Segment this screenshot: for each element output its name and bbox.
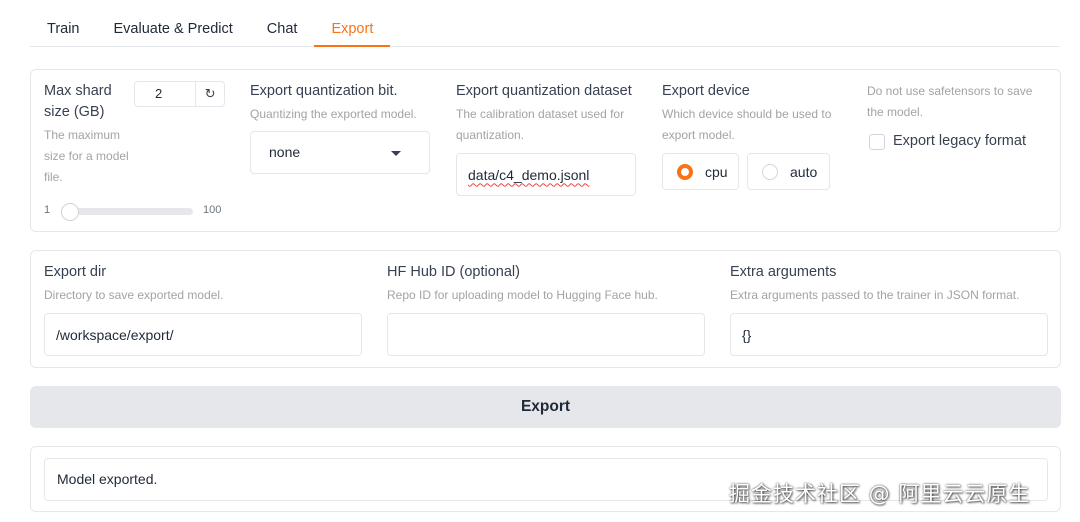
slider-max-label: 100 [203, 204, 222, 216]
export-target-panel: Export dir Directory to save exported mo… [30, 250, 1061, 368]
hub-id-info: Repo ID for uploading model to Hugging F… [387, 288, 658, 302]
extra-args-input[interactable]: {} [730, 313, 1048, 356]
export-dir-label: Export dir [44, 264, 107, 280]
refresh-icon[interactable]: ↻ [196, 82, 224, 106]
quant-bit-dropdown[interactable]: none [250, 131, 430, 174]
extra-args-label: Extra arguments [730, 264, 837, 280]
tab-evaluate-predict[interactable]: Evaluate & Predict [97, 12, 250, 47]
device-option-cpu: cpu [705, 163, 728, 180]
tab-train[interactable]: Train [30, 12, 97, 47]
tab-bar: Train Evaluate & Predict Chat Export [30, 12, 1060, 47]
hub-id-input[interactable] [387, 313, 705, 356]
export-dir-value: /workspace/export/ [56, 326, 174, 343]
quant-dataset-info: The calibration dataset used for quantiz… [456, 107, 625, 142]
quant-dataset-label: Export quantization dataset [456, 83, 632, 99]
legacy-format-label[interactable]: Export legacy format [893, 131, 1026, 152]
tab-export[interactable]: Export [314, 12, 391, 47]
max-shard-label: Max shard size (GB) [44, 83, 112, 120]
extra-args-value: {} [742, 326, 752, 343]
device-radio-auto[interactable]: auto [747, 153, 830, 190]
max-shard-slider[interactable] [65, 208, 193, 215]
device-label: Export device [662, 83, 750, 99]
quant-bit-info: Quantizing the exported model. [250, 107, 417, 121]
legacy-info: Do not use safetensors to save the model… [867, 84, 1033, 119]
quant-bit-label: Export quantization bit. [250, 83, 398, 99]
radio-selected-icon [677, 163, 693, 180]
export-dir-info: Directory to save exported model. [44, 288, 224, 302]
slider-min-label: 1 [44, 204, 51, 216]
export-button[interactable]: Export [30, 386, 1061, 428]
extra-args-info: Extra arguments passed to the trainer in… [730, 288, 1020, 302]
export-dir-input[interactable]: /workspace/export/ [44, 313, 362, 356]
watermark-text: 掘金技术社区 @ 阿里云云原生 [729, 482, 1031, 506]
quant-dataset-input[interactable]: data/c4_demo.jsonl [456, 153, 636, 196]
device-info: Which device should be used to export mo… [662, 107, 832, 142]
device-radio-cpu[interactable]: cpu [662, 153, 739, 190]
slider-thumb[interactable] [61, 203, 79, 221]
max-shard-value[interactable]: 2 [135, 82, 197, 106]
quant-dataset-value: data/c4_demo.jsonl [468, 166, 590, 183]
tab-chat[interactable]: Chat [250, 12, 315, 47]
device-option-auto: auto [790, 163, 818, 180]
max-shard-number-input[interactable]: 2 ↻ [134, 81, 225, 107]
chevron-down-icon [391, 151, 401, 156]
radio-unselected-icon [762, 163, 778, 180]
hub-id-label: HF Hub ID (optional) [387, 264, 520, 280]
quant-bit-selected: none [269, 144, 301, 160]
max-shard-info: The maximum size for a model file. [44, 128, 129, 184]
legacy-format-checkbox[interactable] [869, 134, 885, 150]
export-settings-panel: Max shard size (GB) 2 ↻ The maximum size… [30, 69, 1061, 232]
